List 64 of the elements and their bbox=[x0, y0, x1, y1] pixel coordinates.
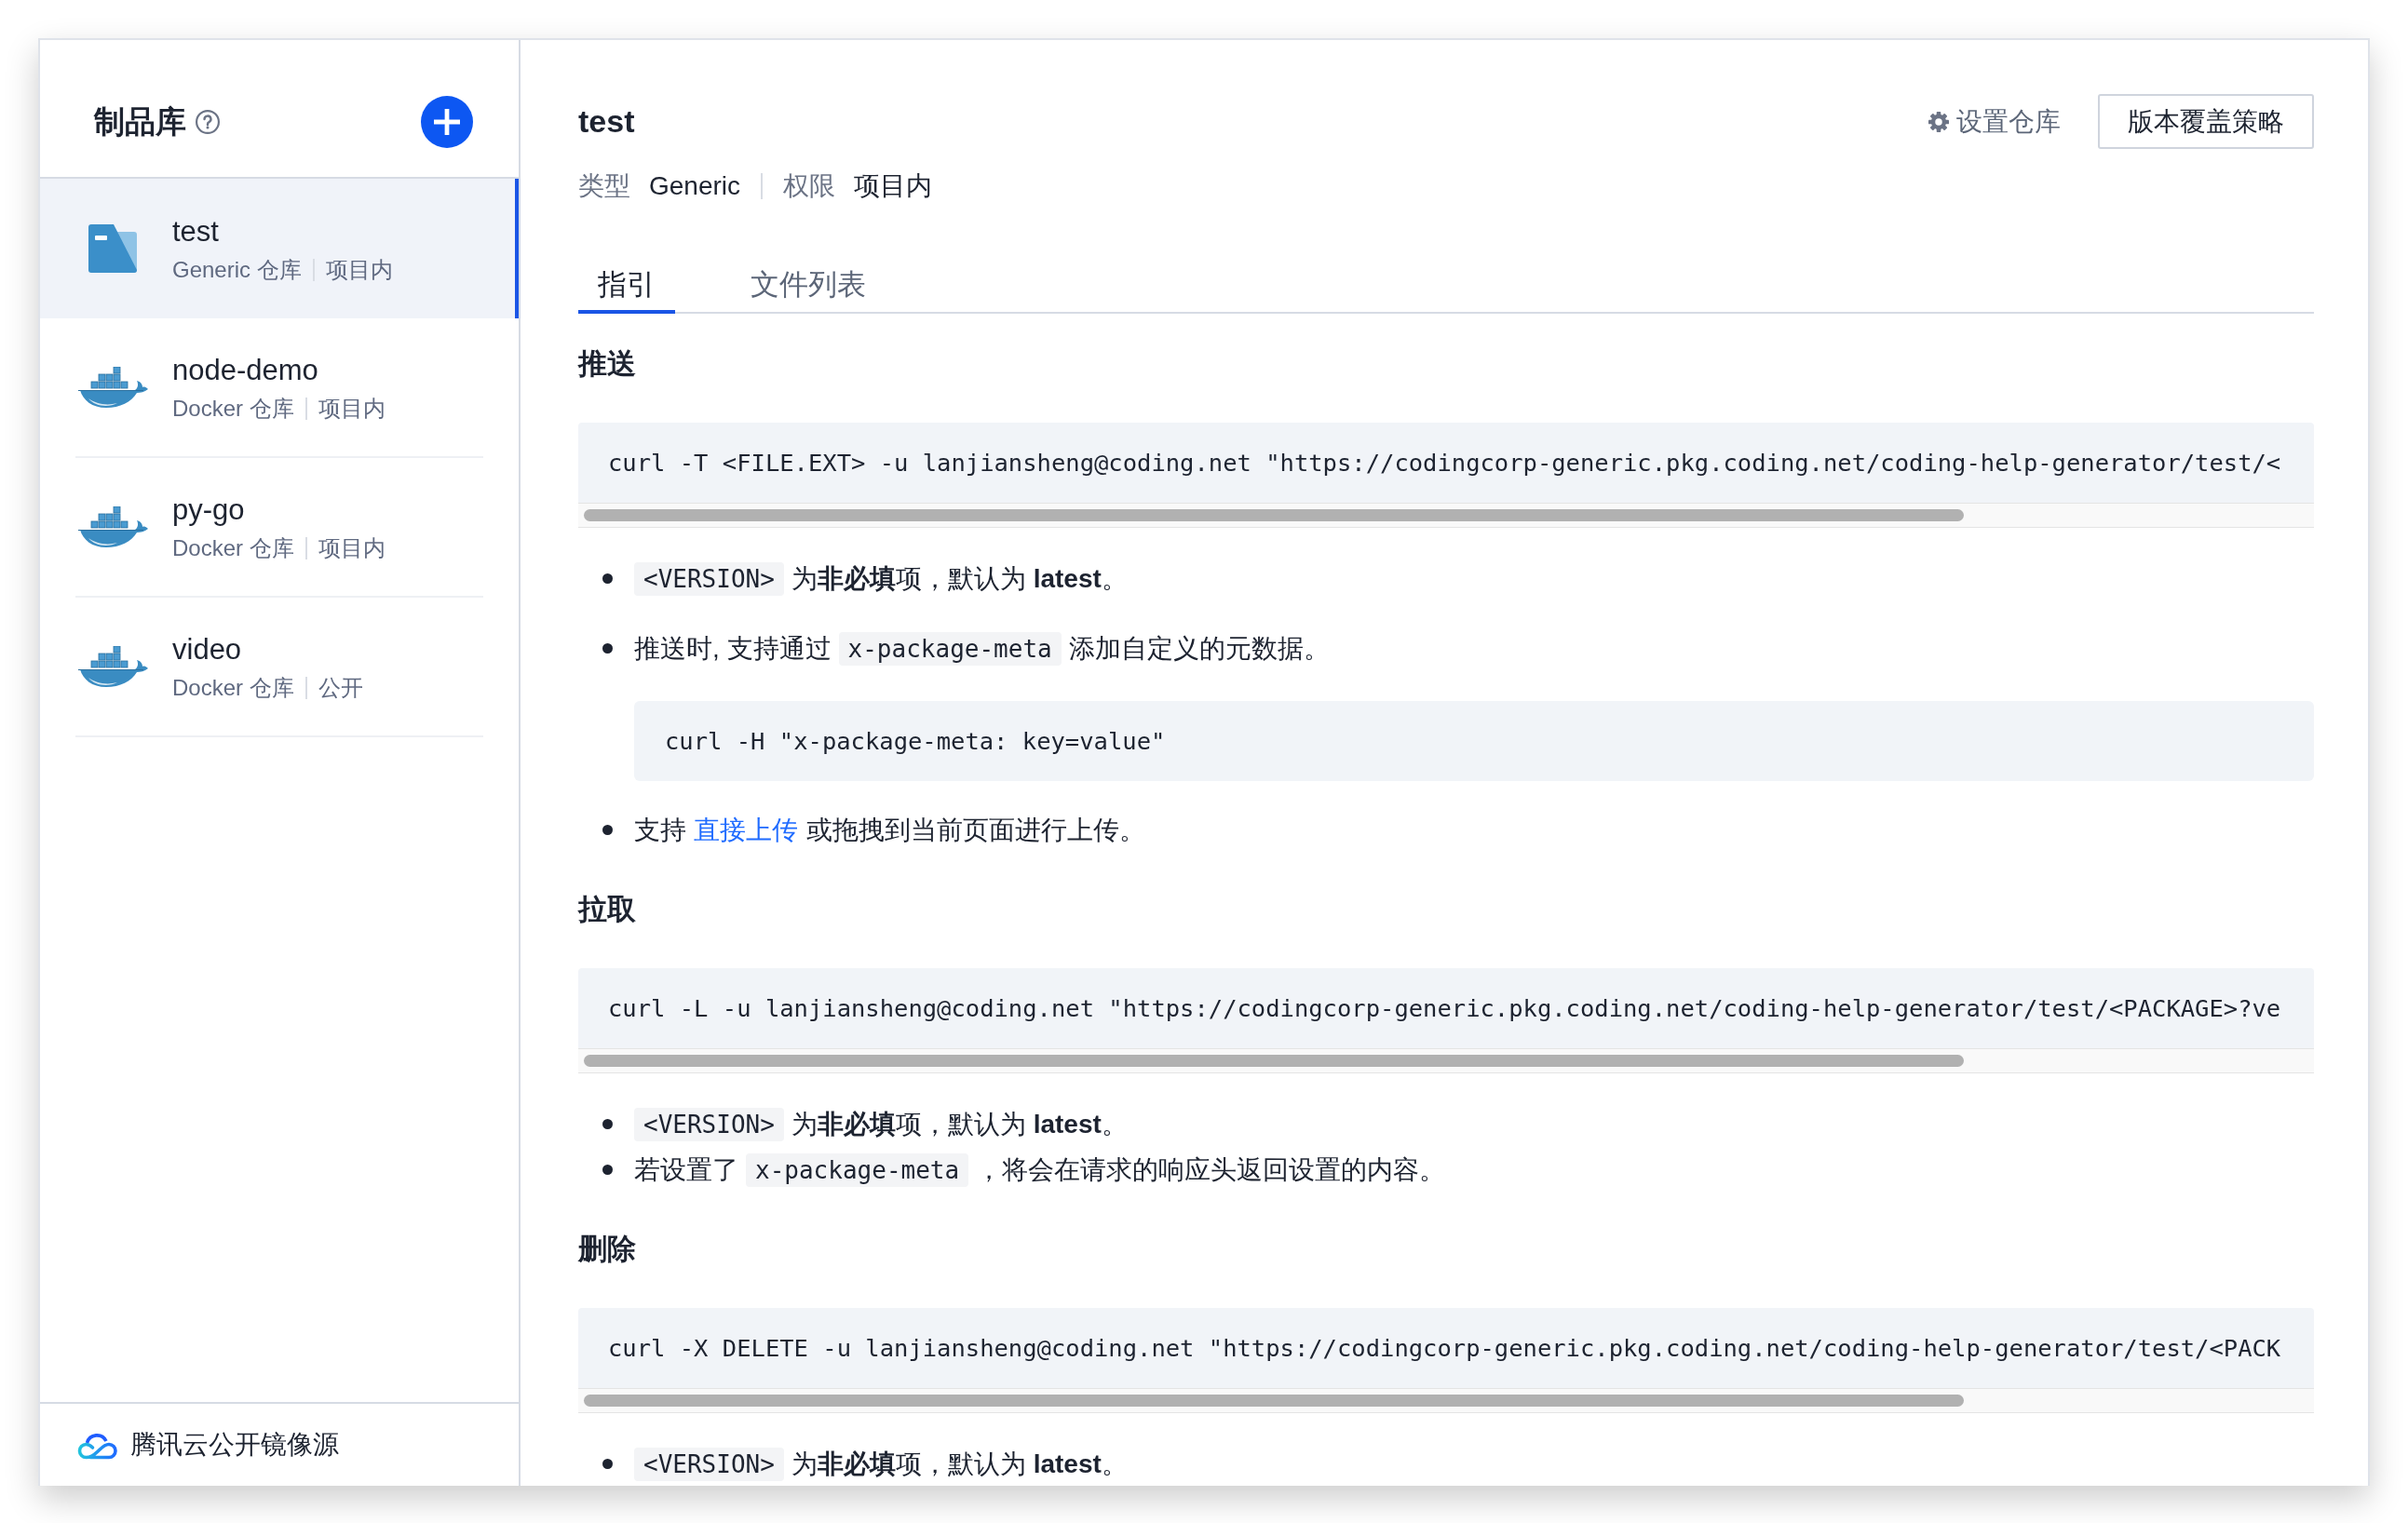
settings-link[interactable]: 设置仓库 bbox=[1928, 101, 2061, 142]
meta-value: Generic bbox=[649, 170, 741, 202]
scrollbar-thumb[interactable] bbox=[584, 1395, 1964, 1407]
tab[interactable]: 指引 bbox=[578, 258, 675, 314]
gear-icon bbox=[1928, 111, 1949, 132]
plus-icon bbox=[434, 108, 460, 135]
repo-type: Docker 仓库 bbox=[172, 395, 294, 423]
note-text: ，将会在请求的响应头返回设置的内容。 bbox=[976, 1154, 1446, 1186]
inline-code: x-package-meta bbox=[746, 1153, 969, 1187]
bullet-icon bbox=[602, 573, 613, 584]
repo-item[interactable]: node-demo Docker 仓库 项目内 bbox=[75, 318, 483, 458]
repo-access: 公开 bbox=[318, 674, 363, 702]
code-block: curl -H "x-package-meta: key=value" bbox=[634, 701, 2314, 781]
note-text: 添加自定义的元数据。 bbox=[1068, 633, 1330, 665]
whale-icon bbox=[77, 646, 148, 687]
text-link[interactable]: 直接上传 bbox=[694, 815, 799, 844]
repo-name: py-go bbox=[172, 492, 246, 527]
bullet-icon bbox=[602, 1165, 613, 1175]
repo-name: video bbox=[172, 631, 243, 667]
meta-label: 类型 bbox=[578, 170, 630, 202]
repo-title: test bbox=[578, 102, 635, 141]
help-icon[interactable] bbox=[196, 109, 220, 134]
note-text: 支持 直接上传 或拖拽到当前页面进行上传。 bbox=[634, 815, 1145, 846]
note-text: 为非必填项，默认为 latest。 bbox=[791, 1109, 1128, 1140]
repo-item[interactable]: test Generic 仓库 项目内 bbox=[40, 179, 519, 318]
mirror-link[interactable]: 腾讯云公开镜像源 bbox=[77, 1425, 339, 1464]
repo-type: Docker 仓库 bbox=[172, 674, 294, 702]
note-text: 为非必填项，默认为 latest。 bbox=[791, 563, 1128, 595]
code-block: curl -T <FILE.EXT> -u lanjiansheng@coding.net "https://codingcorp-generic.pkg.coding.net/coding-help-generator/test/< bbox=[578, 423, 2314, 503]
policy-button[interactable]: 版本覆盖策略 bbox=[2098, 94, 2314, 149]
sidebar-title: 制品库 bbox=[94, 102, 186, 141]
document-icon bbox=[88, 224, 137, 273]
inline-code: <VERSION> bbox=[634, 1108, 784, 1141]
repo-access: 项目内 bbox=[318, 534, 386, 562]
bullet-icon bbox=[602, 1119, 613, 1129]
scrollbar-thumb[interactable] bbox=[584, 1055, 1964, 1067]
inline-code: <VERSION> bbox=[634, 562, 784, 596]
inline-code: x-package-meta bbox=[838, 632, 1062, 666]
note-text: 若设置了 bbox=[634, 1154, 738, 1186]
repo-type: Docker 仓库 bbox=[172, 534, 294, 562]
section-heading: 推送 bbox=[578, 346, 637, 382]
note-text: 为非必填项，默认为 latest。 bbox=[791, 1449, 1128, 1480]
repo-item[interactable]: py-go Docker 仓库 项目内 bbox=[75, 458, 483, 598]
bullet-icon bbox=[602, 643, 613, 654]
repo-name: test bbox=[172, 213, 220, 249]
section-heading: 删除 bbox=[578, 1232, 637, 1267]
scrollbar-thumb[interactable] bbox=[584, 509, 1964, 521]
note-text: 推送时, 支持通过 bbox=[634, 633, 832, 665]
meta-label: 权限 bbox=[783, 170, 836, 202]
whale-icon bbox=[77, 367, 148, 408]
repo-access: 项目内 bbox=[318, 395, 386, 423]
whale-icon bbox=[77, 506, 148, 547]
meta-value: 项目内 bbox=[854, 170, 933, 202]
code-block: curl -L -u lanjiansheng@coding.net "https://codingcorp-generic.pkg.coding.net/coding-help-generator/test/<PACKAGE>?ve bbox=[578, 968, 2314, 1048]
repo-type: Generic 仓库 bbox=[172, 256, 302, 284]
repo-name: node-demo bbox=[172, 352, 319, 387]
bullet-icon bbox=[602, 1459, 613, 1469]
section-heading: 拉取 bbox=[578, 892, 637, 927]
inline-code: <VERSION> bbox=[634, 1448, 784, 1481]
repo-access: 项目内 bbox=[325, 256, 393, 284]
bullet-icon bbox=[602, 825, 613, 835]
code-block: curl -X DELETE -u lanjiansheng@coding.net "https://codingcorp-generic.pkg.coding.net/coding-help-generator/test/<PACK bbox=[578, 1308, 2314, 1388]
repo-item[interactable]: video Docker 仓库 公开 bbox=[75, 598, 483, 737]
tab[interactable]: 文件列表 bbox=[731, 258, 886, 314]
